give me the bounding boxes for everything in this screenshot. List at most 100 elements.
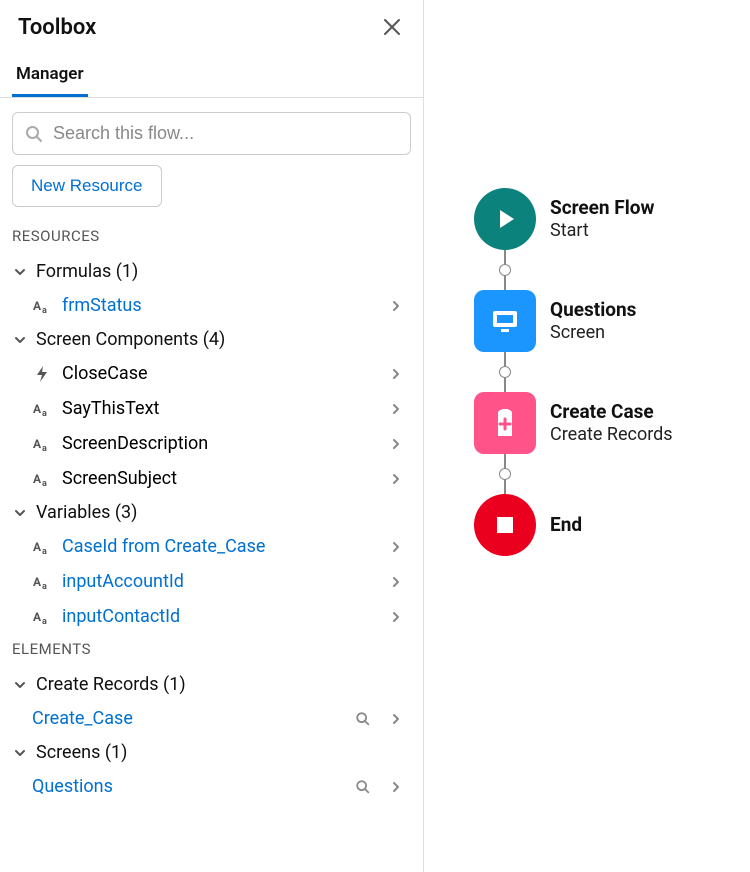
resource-item[interactable]: Create_Case — [0, 701, 423, 736]
svg-text:A: A — [33, 472, 42, 486]
chevron-down-icon — [12, 677, 28, 693]
screen-icon — [474, 290, 536, 352]
text-icon: Aa — [32, 436, 52, 452]
group-label: Screen Components (4) — [36, 329, 225, 350]
add-node-dot[interactable] — [499, 264, 511, 276]
svg-text:A: A — [33, 437, 42, 451]
item-label: Questions — [32, 776, 341, 797]
svg-text:A: A — [33, 575, 42, 589]
node-subtitle: Start — [550, 220, 654, 243]
chevron-right-icon[interactable] — [385, 780, 407, 794]
bolt-icon — [32, 366, 52, 382]
chevron-right-icon[interactable] — [385, 299, 407, 313]
svg-text:A: A — [33, 540, 42, 554]
item-label: frmStatus — [62, 295, 375, 316]
chevron-right-icon[interactable] — [385, 712, 407, 726]
close-icon[interactable] — [379, 14, 405, 40]
text-icon: Aa — [32, 539, 52, 555]
group-label: Screens (1) — [36, 742, 127, 763]
item-label: inputContactId — [62, 606, 375, 627]
text-icon: Aa — [32, 609, 52, 625]
group-header[interactable]: Screens (1) — [0, 736, 423, 769]
node-text: Screen FlowStart — [550, 196, 654, 242]
new-resource-button[interactable]: New Resource — [12, 165, 162, 207]
connector[interactable] — [504, 250, 506, 290]
svg-text:a: a — [42, 409, 47, 417]
svg-text:a: a — [42, 306, 47, 314]
svg-text:A: A — [33, 402, 42, 416]
item-label: CaseId from Create_Case — [62, 536, 375, 557]
svg-text:A: A — [33, 610, 42, 624]
new-resource-container: New Resource — [0, 165, 423, 221]
chevron-down-icon — [12, 505, 28, 521]
flow-node-end[interactable]: End — [474, 494, 673, 556]
node-text: Create CaseCreate Records — [550, 400, 673, 446]
resource-item[interactable]: CloseCase — [0, 356, 423, 391]
resource-item[interactable]: Aa ScreenSubject — [0, 461, 423, 496]
resource-item[interactable]: Aa SayThisText — [0, 391, 423, 426]
group-label: Variables (3) — [36, 502, 137, 523]
resource-item[interactable]: Aa inputContactId — [0, 599, 423, 634]
chevron-right-icon[interactable] — [385, 540, 407, 554]
text-icon: Aa — [32, 401, 52, 417]
node-subtitle: Create Records — [550, 424, 673, 447]
node-title: Screen Flow — [550, 196, 654, 220]
tab-manager[interactable]: Manager — [12, 52, 88, 97]
add-node-dot[interactable] — [499, 468, 511, 480]
flow-node-screen[interactable]: QuestionsScreen — [474, 290, 673, 352]
svg-text:A: A — [33, 299, 42, 313]
chevron-down-icon — [12, 332, 28, 348]
group-header[interactable]: Create Records (1) — [0, 668, 423, 701]
chevron-right-icon[interactable] — [385, 472, 407, 486]
text-icon: Aa — [32, 298, 52, 314]
resource-item[interactable]: Aa inputAccountId — [0, 564, 423, 599]
group-header[interactable]: Variables (3) — [0, 496, 423, 529]
flow-node-create[interactable]: Create CaseCreate Records — [474, 392, 673, 454]
chevron-right-icon[interactable] — [385, 402, 407, 416]
svg-text:a: a — [42, 479, 47, 487]
toolbox-panel: Toolbox Manager New Resource RESOURCES F… — [0, 0, 424, 872]
resource-item[interactable]: Questions — [0, 769, 423, 804]
chevron-right-icon[interactable] — [385, 437, 407, 451]
chevron-right-icon[interactable] — [385, 610, 407, 624]
toolbox-header: Toolbox — [0, 0, 423, 52]
add-node-dot[interactable] — [499, 366, 511, 378]
chevron-right-icon[interactable] — [385, 367, 407, 381]
connector[interactable] — [504, 352, 506, 392]
svg-text:a: a — [42, 547, 47, 555]
node-subtitle: Screen — [550, 322, 636, 345]
group-label: Formulas (1) — [36, 261, 138, 282]
node-text: QuestionsScreen — [550, 298, 636, 344]
item-label: CloseCase — [62, 363, 375, 384]
search-input[interactable] — [53, 123, 398, 144]
group-header[interactable]: Screen Components (4) — [0, 323, 423, 356]
item-label: ScreenSubject — [62, 468, 375, 489]
elements-heading: ELEMENTS — [0, 634, 423, 668]
resources-heading: RESOURCES — [0, 221, 423, 255]
item-label: SayThisText — [62, 398, 375, 419]
item-label: ScreenDescription — [62, 433, 375, 454]
search-icon[interactable] — [351, 711, 375, 727]
connector[interactable] — [504, 454, 506, 494]
chevron-down-icon — [12, 745, 28, 761]
svg-text:a: a — [42, 444, 47, 452]
item-label: inputAccountId — [62, 571, 375, 592]
resource-item[interactable]: Aa frmStatus — [0, 288, 423, 323]
svg-text:a: a — [42, 617, 47, 625]
node-title: Create Case — [550, 400, 673, 424]
group-header[interactable]: Formulas (1) — [0, 255, 423, 288]
resource-item[interactable]: Aa CaseId from Create_Case — [0, 529, 423, 564]
create-icon — [474, 392, 536, 454]
flow-canvas[interactable]: Screen FlowStart QuestionsScreen Create Ca… — [424, 0, 750, 872]
search-icon[interactable] — [351, 779, 375, 795]
search-box[interactable] — [12, 112, 411, 155]
chevron-right-icon[interactable] — [385, 575, 407, 589]
svg-text:a: a — [42, 582, 47, 590]
toolbox-tabs: Manager — [0, 52, 423, 98]
start-icon — [474, 188, 536, 250]
flow-node-start[interactable]: Screen FlowStart — [474, 188, 673, 250]
node-text: End — [550, 513, 582, 537]
toolbox-title: Toolbox — [18, 15, 96, 40]
resource-item[interactable]: Aa ScreenDescription — [0, 426, 423, 461]
group-label: Create Records (1) — [36, 674, 186, 695]
